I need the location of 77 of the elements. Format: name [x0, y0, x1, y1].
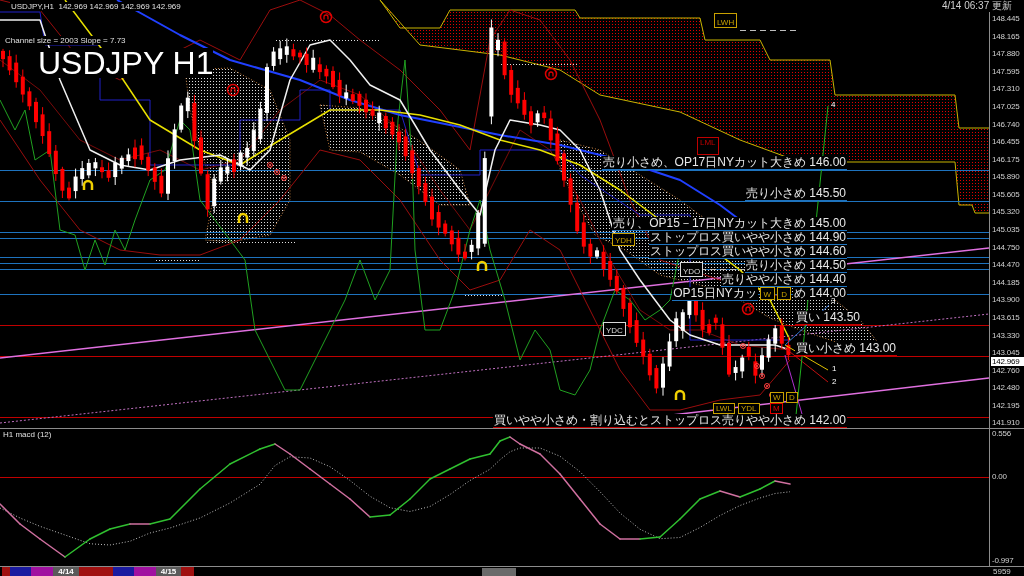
level-label: 買い小さめ 143.00	[795, 342, 898, 356]
marker-tag: YDL	[738, 403, 760, 414]
dashed-guide-line	[738, 30, 796, 31]
price-axis-label: 143.900	[992, 296, 1020, 304]
price-axis-label: 148.445	[992, 15, 1020, 23]
marker-tag: M	[770, 403, 783, 414]
price-axis-label: 142.480	[992, 384, 1020, 392]
symbol-info: USDJPY,H1 142.969 142.969 142.969 142.969	[10, 2, 182, 11]
horseshoe-icon	[674, 389, 686, 400]
marker-tag: LWH	[714, 13, 738, 28]
macd-axis-label: 0.00	[992, 473, 1007, 481]
session-segment: 4/15	[156, 567, 181, 576]
price-axis-label: 142.195	[992, 402, 1020, 410]
crossed-circle-icon	[764, 383, 770, 389]
horseshoe-icon	[476, 260, 488, 271]
dotted-guide-line	[155, 260, 200, 261]
status-box	[482, 567, 516, 576]
level-label: ストップロス買いやや小さめ 144.60	[648, 245, 847, 259]
level-label: OP15日NYカッ	[672, 287, 758, 301]
projection-label: 4	[831, 100, 836, 109]
level-label: 売り小さめ 145.50	[744, 187, 847, 201]
price-axis-label: 147.595	[992, 68, 1020, 76]
marker-tag: YDC	[603, 322, 626, 336]
price-axis-label: 148.165	[992, 33, 1020, 41]
current-price-tag: 142.969	[991, 357, 1024, 366]
corner-label: 5959	[993, 567, 1012, 576]
update-time: 4/14 06:37 更新	[941, 0, 1012, 12]
macd-axis-label: 0.556	[992, 430, 1012, 438]
price-axis-label: 145.605	[992, 191, 1020, 199]
marker-tag: D	[786, 392, 798, 403]
price-axis-label: 142.760	[992, 367, 1020, 375]
horseshoe-icon	[82, 179, 94, 190]
price-axis-label: 147.310	[992, 85, 1020, 93]
macd-axis-label: -0.997	[992, 557, 1014, 565]
price-axis-label: 141.910	[992, 419, 1020, 427]
price-axis-label: 146.175	[992, 156, 1020, 164]
level-label: 売り小さめ、OP17日NYカット大きめ 146.00	[601, 156, 847, 170]
level-label: 売り、OP15－17日NYカット大きめ 145.00	[612, 217, 847, 231]
price-axis-label: 143.330	[992, 332, 1020, 340]
price-axis-label: 143.045	[992, 349, 1020, 357]
level-label: 買い 143.50	[795, 311, 862, 325]
price-axis-label: 146.740	[992, 121, 1020, 129]
crossed-circle-icon	[759, 373, 765, 379]
marker-tag: YDH	[612, 233, 635, 246]
marker-tag: LML	[697, 137, 719, 155]
marker-tag: D	[777, 287, 791, 300]
chart-title: USDJPY H1	[38, 48, 214, 78]
level-label: ストップロス買いやや小さめ 144.90	[648, 231, 847, 245]
price-axis-label: 145.890	[992, 173, 1020, 181]
price-axis-label: 145.320	[992, 208, 1020, 216]
price-axis-label: 143.615	[992, 314, 1020, 322]
crossed-circle-icon	[740, 343, 746, 349]
circled-horseshoe-icon	[319, 10, 333, 24]
session-segment: 4/14	[53, 567, 79, 576]
marker-tag: YDO	[680, 262, 704, 277]
level-label: 買いやや小さめ・割り込むとストップロス売りやや小さめ 142.00	[492, 414, 847, 428]
level-label: 売りやや小さめ 144.40	[720, 273, 847, 287]
price-axis-label: 144.750	[992, 244, 1020, 252]
marker-tag: LWL	[713, 403, 735, 414]
price-axis-label: 147.025	[992, 103, 1020, 111]
price-axis-label: 146.455	[992, 138, 1020, 146]
circled-horseshoe-icon	[544, 67, 558, 81]
price-axis-label: 144.470	[992, 261, 1020, 269]
circled-horseshoe-icon	[741, 302, 755, 316]
projection-label: 1	[832, 364, 837, 373]
dotted-guide-line	[465, 295, 502, 296]
crossed-circle-icon	[754, 363, 760, 369]
projection-label: 2	[832, 377, 837, 386]
channel-info: Channel size = 2003 Slope = 7.73	[4, 36, 127, 45]
price-axis-label: 144.185	[992, 279, 1020, 287]
horseshoe-icon	[237, 212, 249, 223]
circled-horseshoe-icon	[226, 83, 240, 97]
indicator-title: H1 macd (12)	[3, 430, 52, 439]
price-axis-label: 147.880	[992, 50, 1020, 58]
marker-tag: W	[770, 392, 784, 403]
price-axis-label: 145.035	[992, 226, 1020, 234]
level-label: 売り小さめ 144.50	[744, 259, 847, 273]
